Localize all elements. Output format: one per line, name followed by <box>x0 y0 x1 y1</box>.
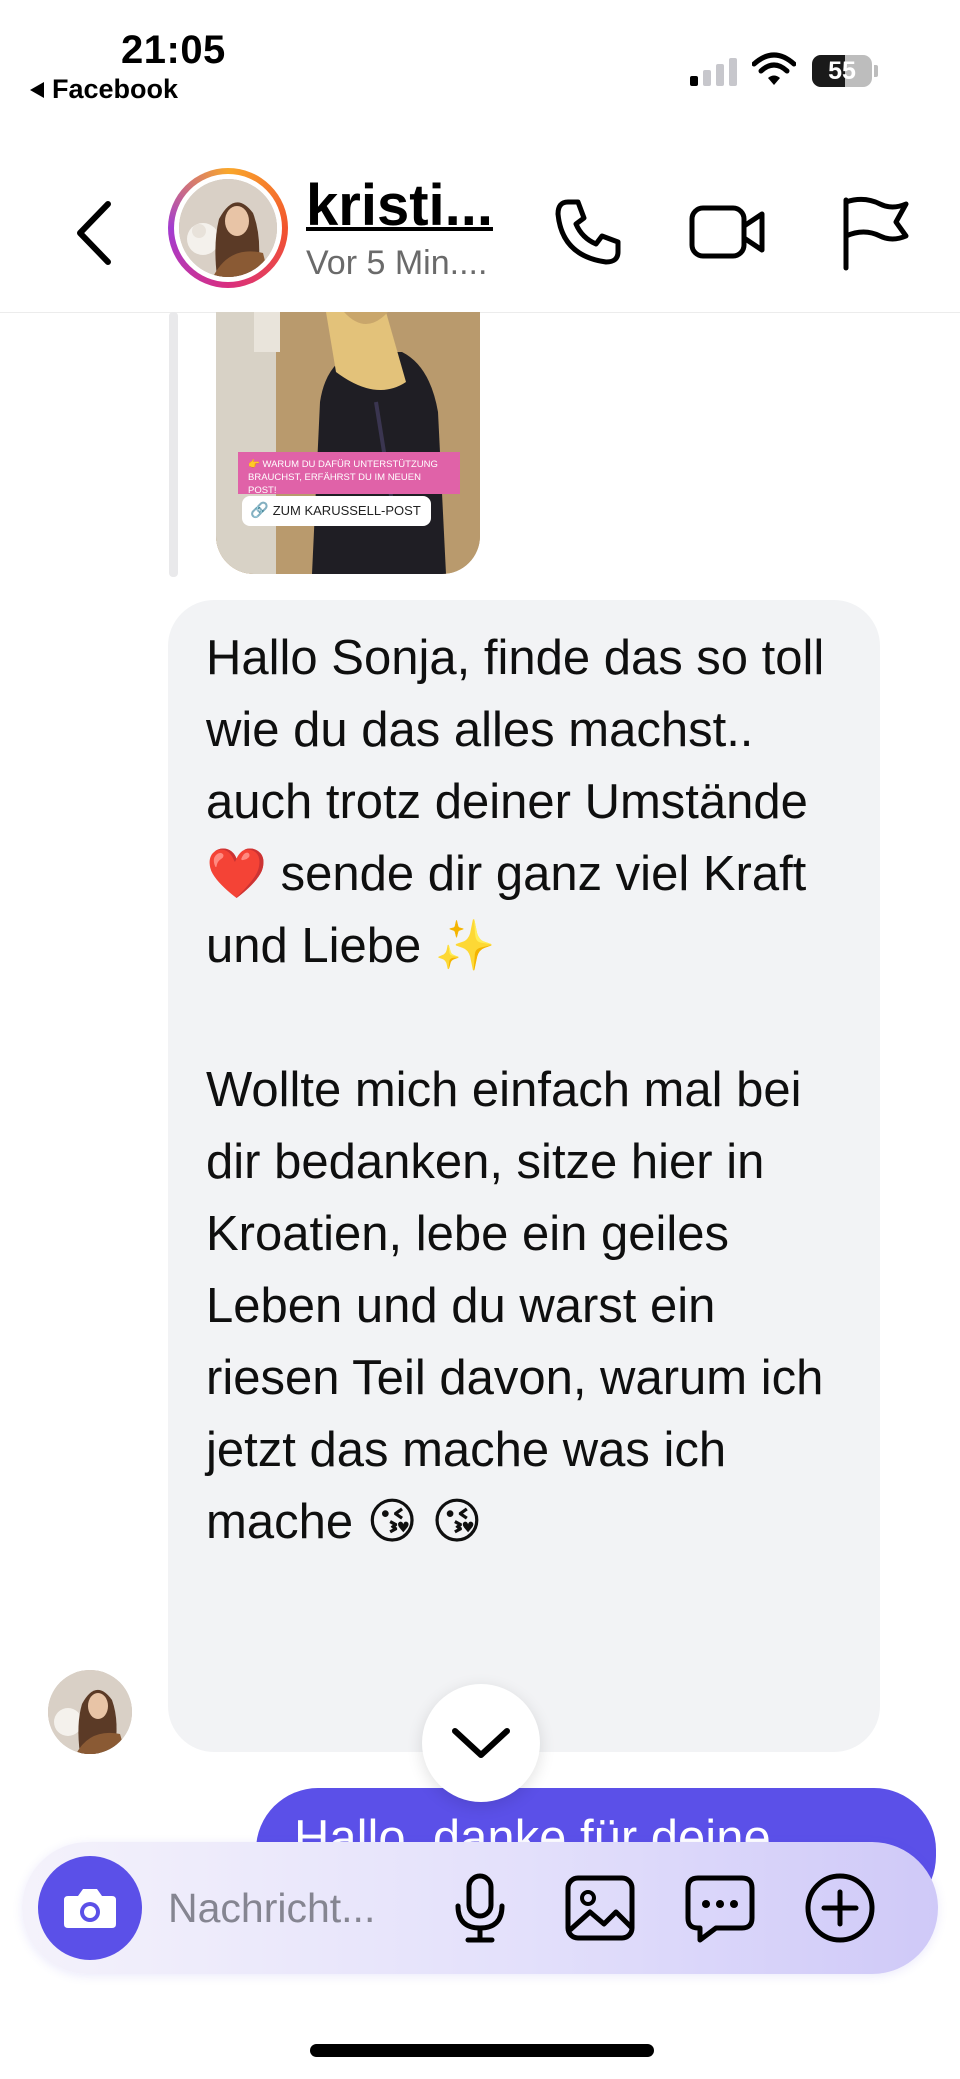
reply-quote-bar <box>169 312 178 577</box>
chevron-left-icon[interactable] <box>70 198 120 268</box>
battery-level: 55 <box>828 57 856 85</box>
wifi-icon <box>752 52 796 85</box>
carousel-link-label: ZUM KARUSSELL-POST <box>272 503 421 518</box>
chat-bubble-icon[interactable] <box>682 1870 758 1946</box>
flag-icon[interactable] <box>834 192 914 272</box>
message-input[interactable] <box>168 1876 418 1940</box>
phone-icon[interactable] <box>548 192 628 272</box>
gallery-icon[interactable] <box>562 1870 638 1946</box>
video-camera-icon[interactable] <box>688 192 768 272</box>
avatar-photo <box>179 179 277 277</box>
chevron-down-icon <box>452 1728 510 1758</box>
incoming-message-bubble[interactable]: Hallo Sonja, finde das so toll wie du da… <box>168 600 880 1752</box>
contact-avatar[interactable] <box>168 168 288 288</box>
story-preview[interactable]: 👉 WARUM DU DAFÜR UNTERSTÜTZUNG BRAUCHST,… <box>216 312 480 574</box>
home-indicator <box>310 2044 654 2057</box>
contact-name[interactable]: kristi... <box>306 172 493 239</box>
message-paragraph: Hallo Sonja, finde das so toll wie du da… <box>206 631 838 973</box>
chat-header: kristi... Vor 5 Min.... <box>0 150 960 313</box>
carousel-link-chip[interactable]: 🔗 ZUM KARUSSELL-POST <box>242 496 431 526</box>
active-status: Vor 5 Min.... <box>306 244 488 282</box>
back-triangle-icon <box>30 81 44 98</box>
message-composer <box>22 1842 938 1974</box>
plus-circle-icon[interactable] <box>802 1870 878 1946</box>
battery-icon: 55 <box>812 55 878 87</box>
link-icon: 🔗 <box>250 502 269 519</box>
cellular-signal-icon <box>690 52 737 86</box>
scroll-to-bottom-button[interactable] <box>422 1684 540 1802</box>
sender-avatar[interactable] <box>48 1670 132 1754</box>
status-time: 21:05 <box>121 28 226 72</box>
microphone-icon[interactable] <box>442 1870 518 1946</box>
story-banner: 👉 WARUM DU DAFÜR UNTERSTÜTZUNG BRAUCHST,… <box>238 452 460 496</box>
camera-icon <box>64 1889 116 1928</box>
camera-button[interactable] <box>38 1856 142 1960</box>
story-photo <box>216 312 480 574</box>
back-app-label: Facebook <box>52 74 179 104</box>
message-paragraph: Wollte mich einfach mal bei dir bedanken… <box>206 1063 837 1549</box>
back-to-app-link[interactable]: Facebook <box>30 74 178 105</box>
